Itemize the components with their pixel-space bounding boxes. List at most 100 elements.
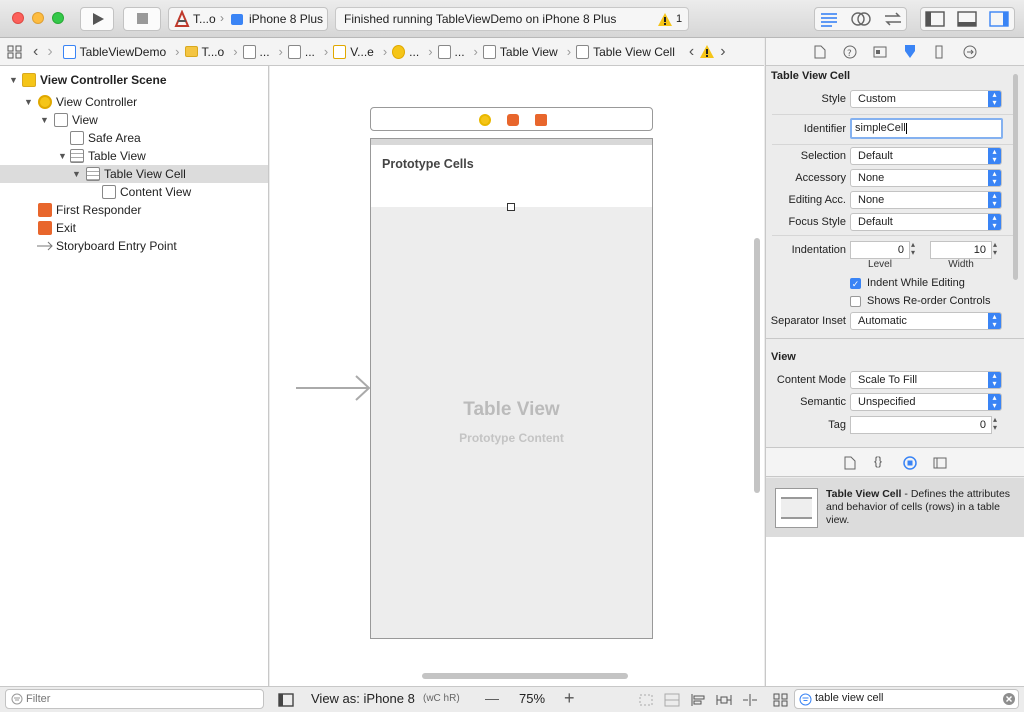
- issue-warning-icon[interactable]: [700, 45, 715, 58]
- reorder-controls-checkbox[interactable]: [850, 296, 861, 307]
- view-as-label[interactable]: View as: iPhone 8: [311, 691, 415, 706]
- disclosure-triangle-icon[interactable]: ▼: [9, 75, 18, 85]
- version-editor-icon[interactable]: [882, 10, 904, 28]
- forward-arrow-icon[interactable]: ›: [47, 43, 52, 61]
- dock-view-controller-icon[interactable]: [479, 114, 491, 126]
- jumpbar-item-table-view-cell[interactable]: Table View Cell: [576, 44, 675, 59]
- outline-filter-input[interactable]: [26, 691, 256, 707]
- attributes-inspector-icon[interactable]: [903, 44, 917, 60]
- object-library-icon[interactable]: [903, 456, 917, 470]
- jumpbar-item-base[interactable]: ...: [287, 44, 315, 59]
- style-popup[interactable]: Custom ▴ ▾: [850, 90, 1002, 108]
- outline-row-content-view[interactable]: Content View: [0, 183, 268, 201]
- disclosure-triangle-icon[interactable]: ▼: [58, 151, 67, 161]
- focus-style-popup[interactable]: Default ▴ ▾: [850, 213, 1002, 231]
- indent-while-editing-checkbox[interactable]: ✓: [850, 278, 861, 289]
- indentation-level-field[interactable]: 0: [850, 241, 910, 259]
- file-template-library-icon[interactable]: [844, 456, 856, 470]
- jumpbar-item-group[interactable]: T...o: [184, 45, 224, 59]
- zoom-out-button[interactable]: —: [485, 690, 499, 706]
- run-button[interactable]: [80, 7, 114, 31]
- add-constraints-icon[interactable]: [716, 693, 732, 707]
- view-controller-frame[interactable]: Prototype Cells Table View Prototype Con…: [370, 138, 653, 639]
- resolve-autolayout-issues-icon[interactable]: [742, 693, 758, 707]
- tag-stepper[interactable]: ▴ ▾: [993, 416, 997, 432]
- inspector-scrollbar[interactable]: [1013, 74, 1018, 280]
- standard-editor-icon[interactable]: [818, 10, 840, 28]
- scheme-device[interactable]: iPhone 8 Plus: [229, 7, 323, 31]
- clear-search-icon[interactable]: [1003, 693, 1015, 705]
- resize-handle[interactable]: [507, 203, 515, 211]
- quick-help-icon[interactable]: ?: [843, 45, 857, 59]
- indentation-width-field[interactable]: 10: [930, 241, 992, 259]
- level-stepper[interactable]: ▴ ▾: [911, 241, 915, 257]
- outline-row-first-responder[interactable]: First Responder: [0, 201, 268, 219]
- jumpbar-item-scene[interactable]: V...e: [333, 44, 374, 59]
- connections-inspector-icon[interactable]: [963, 45, 977, 59]
- zoom-in-button[interactable]: +: [564, 688, 575, 709]
- align-icon[interactable]: [690, 693, 706, 707]
- toggle-navigator-icon[interactable]: [925, 11, 945, 27]
- hide-document-outline-icon[interactable]: [278, 693, 294, 707]
- jumpbar-item-view[interactable]: ...: [437, 44, 465, 59]
- vertical-scrollbar[interactable]: [754, 238, 760, 493]
- identity-inspector-icon[interactable]: [873, 45, 887, 59]
- next-issue-icon[interactable]: ›: [720, 43, 725, 61]
- related-items-icon[interactable]: [7, 45, 23, 59]
- selection-popup[interactable]: Default ▴ ▾: [850, 147, 1002, 165]
- dock-exit-icon[interactable]: [535, 114, 547, 126]
- disclosure-triangle-icon[interactable]: ▼: [24, 97, 33, 107]
- outline-row-view-controller[interactable]: ▼ View Controller: [0, 93, 268, 111]
- outline-row-table-view-cell[interactable]: ▼ Table View Cell: [0, 165, 268, 183]
- width-stepper[interactable]: ▴ ▾: [993, 241, 997, 257]
- file-inspector-icon[interactable]: [814, 45, 826, 59]
- update-frames-icon[interactable]: [638, 693, 654, 707]
- divider: [772, 114, 1016, 115]
- toggle-utilities-icon[interactable]: [989, 11, 1009, 27]
- content-mode-popup[interactable]: Scale To Fill ▴ ▾: [850, 371, 1002, 389]
- outline-row-table-view[interactable]: ▼ Table View: [0, 147, 268, 165]
- assistant-editor-icon[interactable]: [850, 10, 872, 28]
- scheme-project[interactable]: T...o: [173, 7, 216, 31]
- jumpbar-item-storyboard[interactable]: ...: [242, 44, 270, 59]
- jumpbar-item-table-view[interactable]: Table View: [482, 44, 558, 59]
- prototype-cell[interactable]: Prototype Cells: [371, 145, 652, 207]
- disclosure-triangle-icon[interactable]: ▼: [72, 169, 81, 179]
- toggle-debug-area-icon[interactable]: [957, 11, 977, 27]
- outline-row-view[interactable]: ▼ View: [0, 111, 268, 129]
- outline-filter-field[interactable]: [5, 689, 264, 709]
- editing-accessory-popup[interactable]: None ▴ ▾: [850, 191, 1002, 209]
- size-inspector-icon[interactable]: [933, 45, 945, 59]
- library-search-field[interactable]: table view cell: [794, 689, 1019, 709]
- storyboard-canvas[interactable]: Prototype Cells Table View Prototype Con…: [270, 66, 764, 686]
- code-snippet-library-icon[interactable]: {}: [874, 454, 882, 468]
- library-grid-view-icon[interactable]: [773, 693, 789, 707]
- jumpbar-item-view-controller[interactable]: ...: [392, 44, 419, 59]
- warning-icon[interactable]: [658, 13, 672, 26]
- outline-row-scene[interactable]: ▼ View Controller Scene: [0, 71, 268, 89]
- outline-row-exit[interactable]: Exit: [0, 219, 268, 237]
- entry-point-arrow-icon[interactable]: [294, 373, 374, 403]
- library-item-table-view-cell[interactable]: Table View Cell - Defines the attributes…: [766, 478, 1024, 537]
- media-library-icon[interactable]: [933, 456, 947, 470]
- minimize-window-button[interactable]: [32, 12, 44, 24]
- identifier-field[interactable]: simpleCell: [850, 118, 1003, 139]
- accessory-popup[interactable]: None ▴ ▾: [850, 169, 1002, 187]
- jumpbar-item-project[interactable]: TableViewDemo: [62, 44, 166, 59]
- stop-button[interactable]: [123, 7, 161, 31]
- zoom-window-button[interactable]: [52, 12, 64, 24]
- semantic-popup[interactable]: Unspecified ▴ ▾: [850, 393, 1002, 411]
- back-arrow-icon[interactable]: ‹: [33, 43, 38, 61]
- width-caption: Width: [948, 259, 974, 270]
- outline-row-safe-area[interactable]: Safe Area: [0, 129, 268, 147]
- separator-inset-popup[interactable]: Automatic ▴ ▾: [850, 312, 1002, 330]
- divider: [766, 338, 1024, 339]
- disclosure-triangle-icon[interactable]: ▼: [40, 115, 49, 125]
- tag-field[interactable]: 0: [850, 416, 992, 434]
- previous-issue-icon[interactable]: ‹: [689, 43, 694, 61]
- embed-in-stack-icon[interactable]: [664, 693, 680, 707]
- outline-row-entry-point[interactable]: Storyboard Entry Point: [0, 237, 268, 255]
- horizontal-scrollbar[interactable]: [422, 673, 628, 679]
- dock-first-responder-icon[interactable]: [507, 114, 519, 126]
- close-window-button[interactable]: [12, 12, 24, 24]
